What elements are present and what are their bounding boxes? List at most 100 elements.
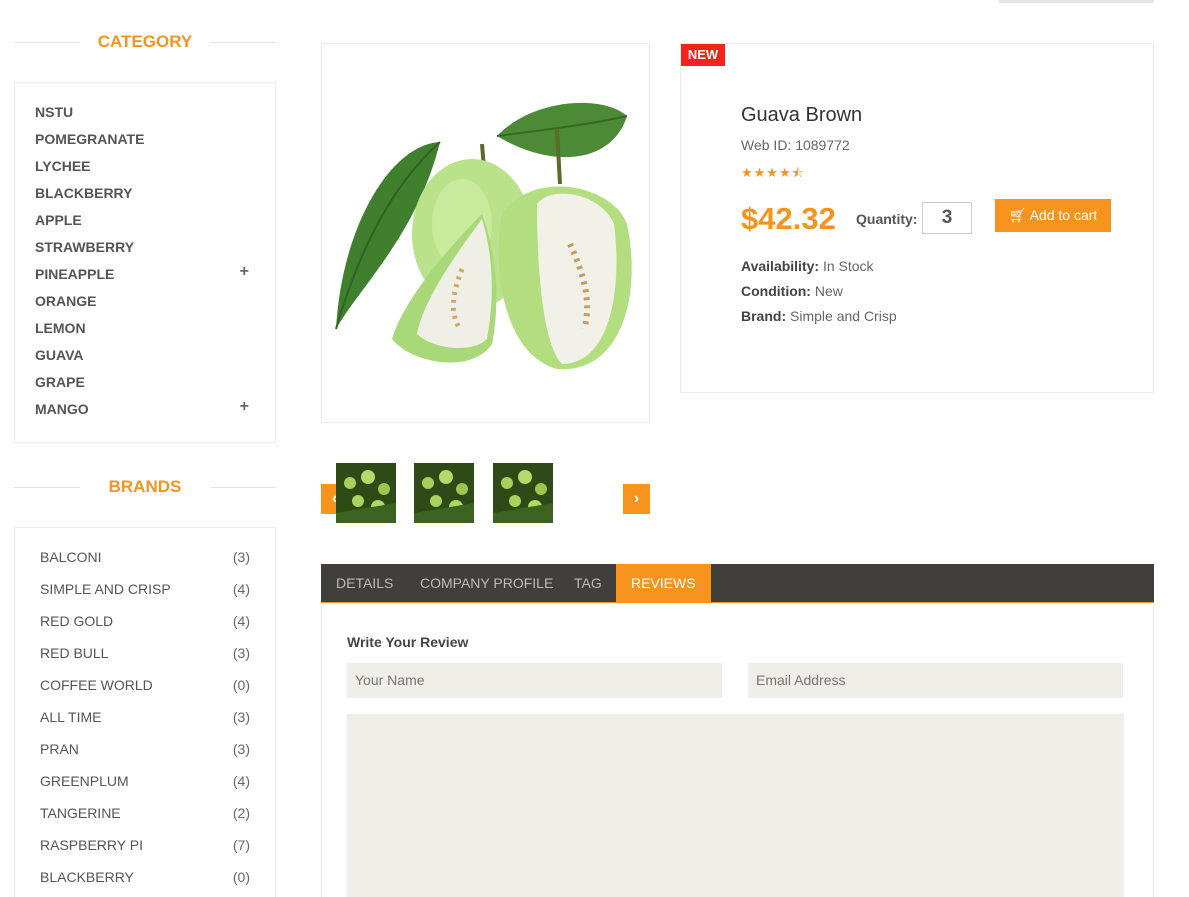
review-textarea[interactable] xyxy=(347,714,1124,897)
brand-count: (7) xyxy=(232,837,250,853)
availability-label: Availability: xyxy=(741,258,820,274)
product-tabs: DETAILS COMPANY PROFILE TAG REVIEWS xyxy=(321,564,1154,603)
thumbnail[interactable] xyxy=(336,463,396,523)
top-search-stub xyxy=(999,0,1154,3)
brand-item[interactable]: GREENPLUM (4) xyxy=(15,772,275,804)
brand-item[interactable]: RASPBERRY PI (7) xyxy=(15,836,275,868)
category-label: ORANGE xyxy=(35,293,97,309)
category-item[interactable]: BLACKBERRY xyxy=(15,184,275,211)
guava-illustration xyxy=(335,102,632,370)
availability-value: In Stock xyxy=(819,258,874,274)
category-label: BLACKBERRY xyxy=(35,185,133,201)
availability-row: Availability: In Stock xyxy=(741,258,874,274)
condition-label: Condition: xyxy=(741,283,811,299)
name-input[interactable] xyxy=(347,663,722,698)
category-item[interactable]: GUAVA xyxy=(15,346,275,373)
brand-count: (3) xyxy=(232,709,250,725)
brand-item[interactable]: BLACKBERRY (0) xyxy=(15,868,275,897)
brand-count: (4) xyxy=(232,773,250,789)
quantity-label: Quantity: xyxy=(856,211,918,227)
brand-row: Brand: Simple and Crisp xyxy=(741,308,897,324)
category-item[interactable]: PINEAPPLE + xyxy=(15,263,275,292)
brand-item[interactable]: RED BULL (3) xyxy=(15,644,275,676)
expand-icon[interactable]: + xyxy=(240,398,249,416)
category-label: NSTU xyxy=(35,104,74,120)
add-to-cart-label: Add to cart xyxy=(1026,207,1098,223)
brand-label: RED BULL xyxy=(40,645,109,661)
product-web-id: Web ID: 1089772 xyxy=(741,137,850,153)
brand-item[interactable]: ALL TIME (3) xyxy=(15,708,275,740)
product-name: Guava Brown xyxy=(741,104,863,126)
category-item[interactable]: GRAPE xyxy=(15,373,275,400)
expand-icon[interactable]: + xyxy=(240,263,249,281)
brand-count: (0) xyxy=(232,869,250,885)
brand-label: SIMPLE AND CRISP xyxy=(40,581,171,597)
category-label: POMEGRANATE xyxy=(35,131,145,147)
category-heading: CATEGORY xyxy=(14,32,276,52)
category-title: CATEGORY xyxy=(97,32,193,51)
category-item[interactable]: STRAWBERRY xyxy=(15,238,275,265)
add-to-cart-button[interactable]: 🛒︎ Add to cart xyxy=(995,199,1111,232)
category-label: STRAWBERRY xyxy=(35,239,135,255)
tab-tag[interactable]: TAG xyxy=(559,564,617,602)
category-item[interactable]: APPLE xyxy=(15,211,275,238)
category-item[interactable]: ORANGE xyxy=(15,292,275,319)
cart-icon: 🛒︎ xyxy=(1008,207,1027,223)
brand-label: Brand: xyxy=(741,308,787,324)
category-list: NSTU POMEGRANATE LYCHEE BLACKBERRY APPLE… xyxy=(14,82,276,443)
quantity-input[interactable]: 3 xyxy=(922,202,972,234)
brand-count: (4) xyxy=(232,581,250,597)
brand-label: COFFEE WORLD xyxy=(40,677,153,693)
brand-label: PRAN xyxy=(40,741,79,757)
tab-details[interactable]: DETAILS xyxy=(321,564,408,602)
brand-item[interactable]: BALCONI (3) xyxy=(15,548,275,580)
brands-title: BRANDS xyxy=(108,477,182,496)
brand-label: RASPBERRY PI xyxy=(40,837,143,853)
brand-item[interactable]: RED GOLD (4) xyxy=(15,612,275,644)
tab-company-profile[interactable]: COMPANY PROFILE xyxy=(405,564,568,602)
condition-value: New xyxy=(810,283,843,299)
category-label: PINEAPPLE xyxy=(35,266,115,282)
brand-item[interactable]: PRAN (3) xyxy=(15,740,275,772)
category-item[interactable]: MANGO + xyxy=(15,398,275,427)
category-label: LEMON xyxy=(35,320,86,336)
category-label: GRAPE xyxy=(35,374,85,390)
category-label: APPLE xyxy=(35,212,82,228)
brand-item[interactable]: COFFEE WORLD (0) xyxy=(15,676,275,708)
brands-list: BALCONI (3) SIMPLE AND CRISP (4) RED GOLD (… xyxy=(14,527,276,897)
thumbnail[interactable] xyxy=(414,463,474,523)
brand-count: (3) xyxy=(232,741,250,757)
thumbnail-image xyxy=(493,463,553,523)
email-input[interactable] xyxy=(748,663,1123,698)
brand-label: GREENPLUM xyxy=(40,773,129,789)
thumbnail[interactable] xyxy=(493,463,553,523)
condition-row: Condition: New xyxy=(741,283,843,299)
tab-reviews[interactable]: REVIEWS xyxy=(616,564,711,602)
gallery-next-button[interactable]: › xyxy=(623,484,650,514)
category-item[interactable]: LEMON xyxy=(15,319,275,346)
brand-label: TANGERINE xyxy=(40,805,121,821)
category-label: GUAVA xyxy=(35,347,84,363)
brand-label: ALL TIME xyxy=(40,709,102,725)
category-label: MANGO xyxy=(35,401,89,417)
rating-stars: ★★★★⯪ xyxy=(741,165,805,180)
brand-label: BALCONI xyxy=(40,549,102,565)
brand-count: (3) xyxy=(232,549,250,565)
review-title: Write Your Review xyxy=(347,634,469,650)
brand-count: (3) xyxy=(232,645,250,661)
brand-item[interactable]: SIMPLE AND CRISP (4) xyxy=(15,580,275,612)
product-price: $42.32 xyxy=(741,201,836,236)
brand-count: (4) xyxy=(232,613,250,629)
thumbnail-image xyxy=(414,463,474,523)
product-image xyxy=(321,43,650,423)
brand-label: RED GOLD xyxy=(40,613,114,629)
thumbnail-image xyxy=(336,463,396,523)
brand-count: (2) xyxy=(232,805,250,821)
brand-label: BLACKBERRY xyxy=(40,869,134,885)
brand-item[interactable]: TANGERINE (2) xyxy=(15,804,275,836)
category-item[interactable]: LYCHEE xyxy=(15,157,275,184)
category-item[interactable]: POMEGRANATE xyxy=(15,130,275,157)
brand-count: (0) xyxy=(232,677,250,693)
category-label: LYCHEE xyxy=(35,158,91,174)
category-item[interactable]: NSTU xyxy=(15,103,275,130)
